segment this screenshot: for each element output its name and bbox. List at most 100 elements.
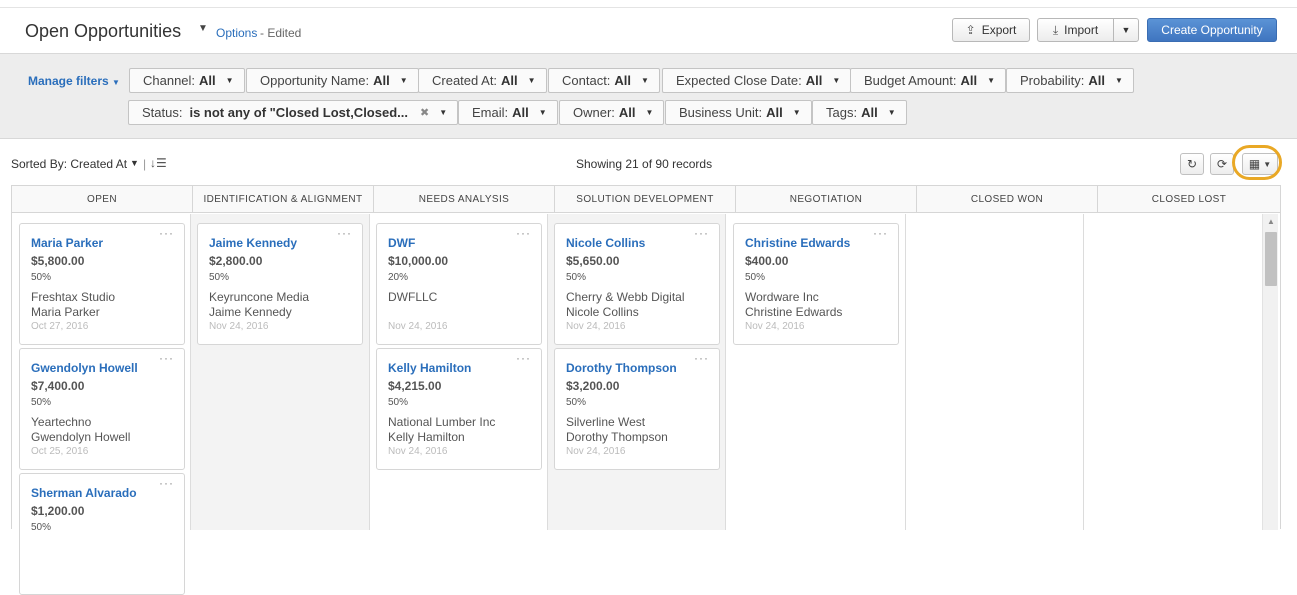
edited-label: - Edited [260, 26, 302, 40]
card-probability: 50% [388, 397, 409, 408]
create-opportunity-label: Create Opportunity [1161, 23, 1263, 37]
chevron-down-icon: ▼ [641, 76, 649, 85]
import-dropdown-button[interactable]: ▼ [1113, 18, 1139, 42]
opportunity-card[interactable]: ··· Sherman Alvarado $1,200.00 50% [19, 473, 185, 595]
download-icon: ⤓ [1052, 22, 1059, 37]
chevron-down-icon: ▼ [399, 76, 408, 85]
filter-contact[interactable]: Contact: All ▼ [548, 68, 660, 93]
records-count: Showing 21 of 90 records [576, 157, 713, 171]
filter-opportunity-name[interactable]: Opportunity Name: All ▼ [246, 68, 419, 93]
filter-owner[interactable]: Owner: All ▼ [559, 100, 665, 125]
card-amount: $2,800.00 [209, 254, 263, 268]
chevron-down-icon: ▼ [887, 108, 896, 117]
opportunity-card[interactable]: ··· Dorothy Thompson $3,200.00 50% Silve… [554, 348, 720, 470]
filter-business-unit[interactable]: Business Unit: All ▼ [665, 100, 812, 125]
card-date: Nov 24, 2016 [388, 321, 448, 332]
card-company: Freshtax Studio [31, 290, 116, 304]
filter-expected-close-date[interactable]: Expected Close Date: All ▼ [662, 68, 852, 93]
import-button[interactable]: ⤓ Import [1037, 18, 1114, 42]
filter-status[interactable]: Status: is not any of "Closed Lost,Closed… [128, 100, 459, 125]
sorted-by-dropdown[interactable]: Sorted By: Created At [11, 157, 127, 171]
options-link[interactable]: Options [216, 26, 257, 40]
card-name[interactable]: Sherman Alvarado [31, 486, 137, 500]
column-closed-lost [1084, 214, 1262, 530]
filter-email[interactable]: Email: All ▼ [458, 100, 558, 125]
opportunity-card[interactable]: ··· Christine Edwards $400.00 50% Wordwa… [733, 223, 899, 345]
title-dropdown-icon[interactable]: ▼ [198, 23, 208, 34]
top-border [0, 0, 1297, 8]
more-options-icon[interactable]: ··· [159, 226, 174, 240]
card-name[interactable]: Christine Edwards [745, 236, 850, 250]
clear-filter-icon[interactable]: ✖ [420, 106, 429, 119]
card-amount: $4,215.00 [388, 379, 442, 393]
card-name[interactable]: Nicole Collins [566, 236, 645, 250]
opportunity-card[interactable]: ··· Kelly Hamilton $4,215.00 50% Nationa… [376, 348, 542, 470]
more-options-icon[interactable]: ··· [159, 476, 174, 490]
opportunity-card[interactable]: ··· Jaime Kennedy $2,800.00 50% Keyrunco… [197, 223, 363, 345]
refresh-button[interactable]: ↻ [1180, 153, 1204, 175]
more-options-icon[interactable]: ··· [337, 226, 352, 240]
card-probability: 50% [31, 272, 52, 283]
card-contact: Gwendolyn Howell [31, 430, 131, 444]
card-company: Wordware Inc [745, 290, 819, 304]
export-button[interactable]: ⇪ Export [952, 18, 1030, 42]
card-amount: $1,200.00 [31, 504, 85, 518]
card-name[interactable]: Dorothy Thompson [566, 361, 677, 375]
chevron-down-icon: ▼ [645, 108, 654, 117]
create-opportunity-button[interactable]: Create Opportunity [1147, 18, 1277, 42]
more-options-icon[interactable]: ··· [694, 351, 709, 365]
sync-button[interactable]: ⟳ [1210, 153, 1234, 175]
card-probability: 20% [388, 272, 409, 283]
opportunity-card[interactable]: ··· Gwendolyn Howell $7,400.00 50% Yeart… [19, 348, 185, 470]
more-options-icon[interactable]: ··· [516, 351, 531, 365]
card-date: Nov 24, 2016 [388, 446, 448, 457]
more-options-icon[interactable]: ··· [159, 351, 174, 365]
board-scrollbar[interactable]: ▲ [1262, 214, 1278, 530]
page-title[interactable]: Open Opportunities [25, 21, 181, 42]
chevron-down-icon: ▼ [987, 76, 996, 85]
card-name[interactable]: DWF [388, 236, 415, 250]
chevron-down-icon: ▼ [527, 76, 536, 85]
scrollbar-thumb[interactable] [1265, 232, 1277, 286]
more-options-icon[interactable]: ··· [694, 226, 709, 240]
chevron-down-icon: ▼ [832, 76, 841, 85]
filter-channel[interactable]: Channel: All ▼ [129, 68, 245, 93]
card-date: Oct 25, 2016 [31, 446, 89, 457]
filter-tags[interactable]: Tags: All ▼ [812, 100, 907, 125]
export-label: Export [981, 23, 1017, 37]
opportunity-card[interactable]: ··· DWF $10,000.00 20% DWFLLC Nov 24, 20… [376, 223, 542, 345]
card-name[interactable]: Jaime Kennedy [209, 236, 297, 250]
more-options-icon[interactable]: ··· [873, 226, 888, 240]
opportunity-card[interactable]: ··· Maria Parker $5,800.00 50% Freshtax … [19, 223, 185, 345]
card-company: Yeartechno [31, 415, 92, 429]
sort-icon[interactable]: ↓☰ [150, 156, 167, 170]
column-header-needs-analysis: NEEDS ANALYSIS [374, 186, 555, 213]
separator: | [143, 157, 147, 171]
card-name[interactable]: Gwendolyn Howell [31, 361, 138, 375]
card-contact: Kelly Hamilton [388, 430, 465, 444]
highlight-ring [1232, 145, 1282, 180]
chevron-down-icon[interactable]: ▼ [130, 158, 139, 168]
card-company: National Lumber Inc [388, 415, 496, 429]
refresh-icon: ↻ [1186, 157, 1198, 171]
page-header: Open Opportunities ▼ Options - Edited ⇪ … [0, 9, 1297, 53]
opportunity-card[interactable]: ··· Nicole Collins $5,650.00 50% Cherry … [554, 223, 720, 345]
card-name[interactable]: Maria Parker [31, 236, 103, 250]
scroll-up-icon[interactable]: ▲ [1267, 217, 1275, 226]
filter-probability[interactable]: Probability: All ▼ [1006, 68, 1134, 93]
card-company: Cherry & Webb Digital [566, 290, 685, 304]
card-company: Keyruncone Media [209, 290, 310, 304]
chevron-down-icon: ▼ [439, 108, 448, 117]
column-header-solution-development: SOLUTION DEVELOPMENT [555, 186, 736, 213]
card-date: Nov 24, 2016 [566, 321, 626, 332]
filter-budget-amount[interactable]: Budget Amount: All ▼ [850, 68, 1007, 93]
card-probability: 50% [566, 272, 587, 283]
column-header-negotiation: NEGOTIATION [736, 186, 917, 213]
card-contact: Maria Parker [31, 305, 100, 319]
filter-created-at[interactable]: Created At: All ▼ [418, 68, 547, 93]
card-name[interactable]: Kelly Hamilton [388, 361, 471, 375]
chevron-down-icon: ▼ [792, 108, 801, 117]
more-options-icon[interactable]: ··· [516, 226, 531, 240]
card-probability: 50% [209, 272, 230, 283]
manage-filters-link[interactable]: Manage filters ▼ [28, 74, 120, 88]
